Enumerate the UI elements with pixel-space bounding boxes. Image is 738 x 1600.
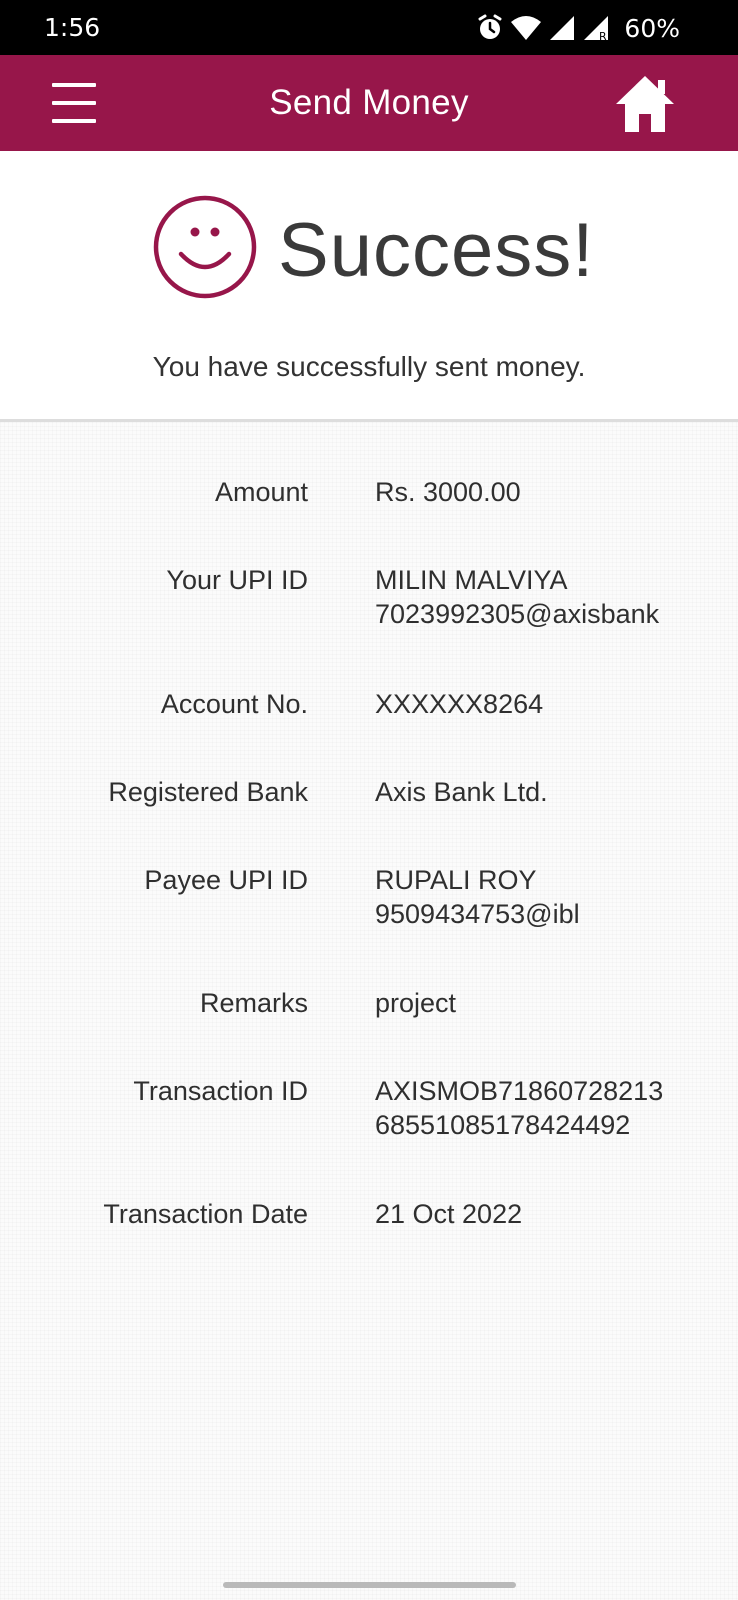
account-label: Account No. [160, 689, 308, 719]
bank-label: Registered Bank [108, 777, 308, 807]
payee-id: 9509434753@ibl [375, 899, 580, 929]
your-upi-label: Your UPI ID [166, 565, 308, 595]
transaction-id-label: Transaction ID [133, 1076, 308, 1106]
gesture-home-indicator[interactable] [223, 1582, 516, 1588]
account-value: XXXXXX8264 [375, 689, 544, 719]
svg-text:R: R [599, 30, 607, 42]
success-title: Success! [278, 208, 595, 293]
amount-label: Amount [214, 477, 308, 507]
transaction-id-line2: 68551085178424492 [375, 1110, 631, 1140]
remarks-label: Remarks [199, 988, 308, 1018]
success-message: You have successfully sent money. [152, 351, 586, 382]
transaction-date-value: 21 Oct 2022 [375, 1199, 523, 1229]
transaction-details: Amount Rs. 3000.00 Your UPI ID MILIN MAL… [0, 422, 738, 1600]
remarks-value: project [375, 988, 457, 1018]
signal-roaming-icon: R [584, 16, 609, 42]
success-header: Success! You have successfully sent mone… [0, 151, 738, 419]
transaction-date-label: Transaction Date [103, 1199, 308, 1229]
payee-label: Payee UPI ID [144, 865, 308, 895]
signal-icon [550, 16, 575, 40]
wifi-icon [511, 16, 542, 40]
bank-value: Axis Bank Ltd. [375, 777, 548, 807]
your-upi-name: MILIN MALVIYA [375, 565, 568, 595]
smiley-face-icon [153, 195, 257, 299]
alarm-icon [478, 14, 502, 39]
battery-percentage: 60% [624, 13, 680, 43]
amount-value: Rs. 3000.00 [375, 477, 521, 507]
status-icons: R 60% [476, 12, 680, 44]
status-bar: 1:56 R 60% [0, 0, 738, 55]
app-bar: Send Money [0, 55, 738, 151]
home-icon[interactable] [614, 74, 676, 134]
status-time: 1:56 [44, 13, 101, 42]
your-upi-id: 7023992305@axisbank [375, 599, 660, 629]
transaction-id-line1: AXISMOB71860728213 [375, 1076, 664, 1106]
payee-name: RUPALI ROY [375, 865, 537, 895]
